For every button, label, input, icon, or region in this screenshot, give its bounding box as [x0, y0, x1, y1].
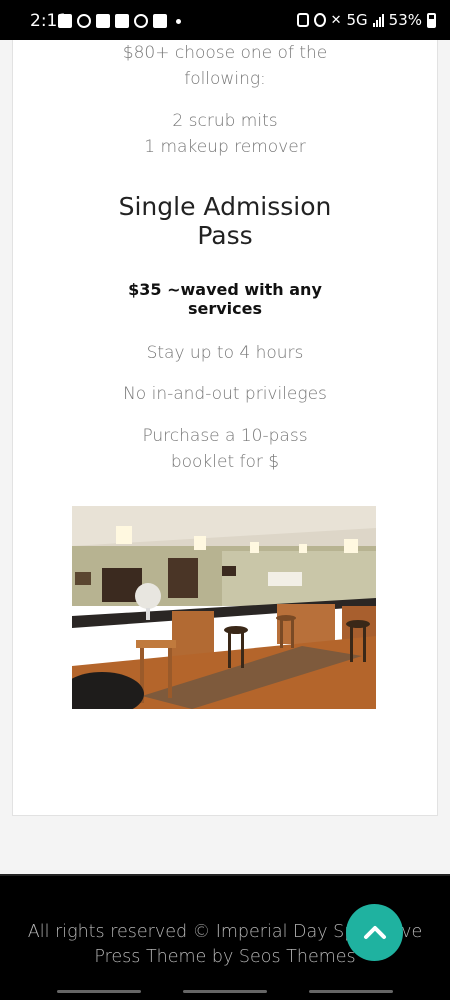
status-right: ✕ 5G 53%	[296, 11, 436, 29]
lock-icon	[296, 13, 309, 27]
app-anchor-icon	[134, 14, 148, 28]
app-animal-icon	[96, 14, 110, 28]
status-bar: 2:11 ✕ 5G 53%	[0, 0, 450, 40]
app-us-icon	[153, 14, 167, 28]
price-line-1: $35 ~waved with any	[128, 280, 322, 299]
feature-no-in-out: No in-and-out privileges	[123, 384, 327, 404]
intro-line-2: following:	[184, 69, 266, 89]
mute-icon: ✕	[330, 12, 342, 28]
more-notifications-dot	[176, 18, 181, 24]
price-line-2: services	[187, 299, 263, 318]
pass-title-line-2: Pass	[197, 221, 253, 250]
option-makeup-remover: 1 makeup remover	[144, 137, 306, 157]
alarm-icon	[313, 13, 326, 27]
system-nav-bar	[0, 979, 450, 1000]
app-car-icon	[115, 14, 129, 28]
battery-label: 53%	[388, 11, 422, 29]
spa-lounge-photo	[72, 506, 376, 709]
network-label: 5G	[346, 11, 368, 29]
notification-icons	[58, 12, 181, 30]
footer-line-2[interactable]: Press Theme by Seos Themes	[94, 947, 355, 967]
app-shield-icon	[77, 14, 91, 28]
booklet-line-1: Purchase a 10-pass	[142, 426, 308, 446]
battery-icon	[427, 12, 436, 28]
option-scrub-mits: 2 scrub mits	[172, 111, 278, 131]
scroll-to-top-button[interactable]	[346, 904, 403, 961]
nav-home-button[interactable]	[183, 990, 267, 993]
booklet-line-2: booklet for $	[170, 452, 280, 472]
feature-stay-hours: Stay up to 4 hours	[146, 343, 304, 363]
intro-line-1: $80+ choose one of the	[122, 43, 328, 63]
chevron-up-icon	[363, 925, 386, 939]
pass-title-line-1: Single Admission	[118, 192, 332, 221]
signal-icon	[372, 13, 384, 27]
nav-back-button[interactable]	[309, 990, 393, 993]
app-u-icon	[58, 14, 72, 28]
nav-recents-button[interactable]	[57, 990, 141, 993]
